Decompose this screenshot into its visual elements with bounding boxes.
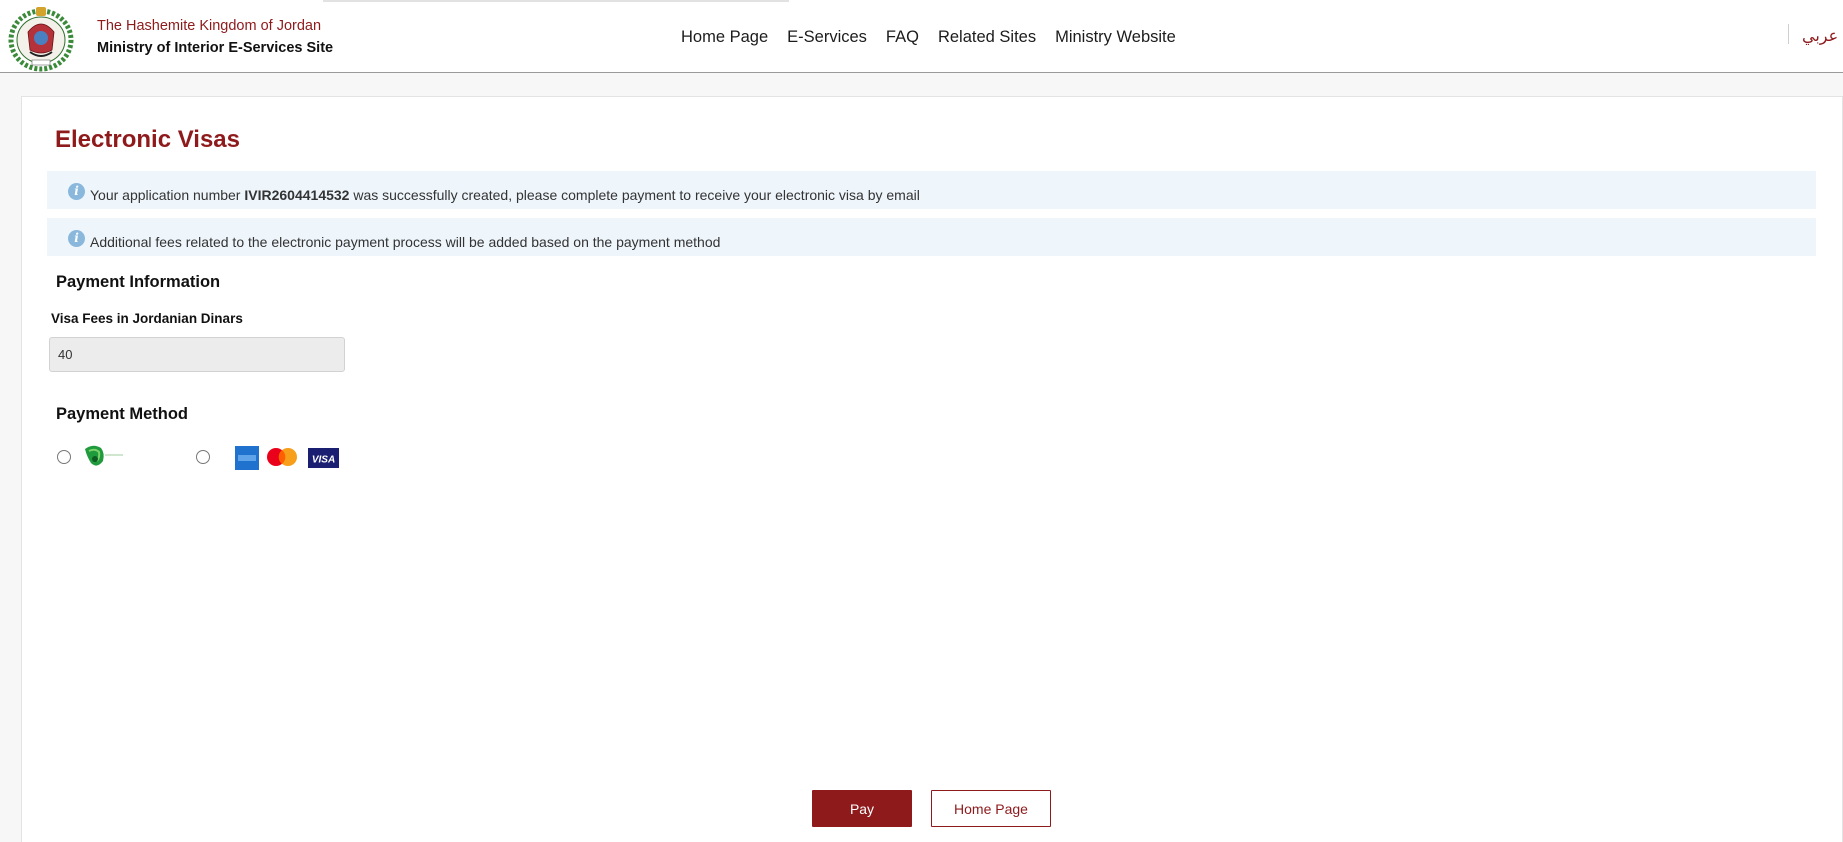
amex-mastercard-visa-logos-icon[interactable]: VISA [235,446,339,470]
svg-text:VISA: VISA [312,455,335,466]
payment-method-title: Payment Method [56,405,189,423]
home-page-button[interactable]: Home Page [931,790,1051,827]
application-created-alert: i Your application number IVIR2604414532… [47,171,1816,209]
nav-faq[interactable]: FAQ [886,28,919,48]
nav-home-page[interactable]: Home Page [681,28,768,48]
language-divider [1788,24,1789,44]
main-nav: Home Page E-Services FAQ Related Sites M… [681,28,1176,48]
info-icon: i [68,183,85,200]
site-name: Ministry of Interior E-Services Site [97,40,334,56]
visa-fee-label: Visa Fees in Jordanian Dinars [51,311,243,326]
payment-radio-cards[interactable] [196,450,210,464]
site-header: The Hashemite Kingdom of Jordan Ministry… [0,0,1843,73]
alert-message: Your application number IVIR2604414532 w… [90,187,920,203]
nav-related-sites[interactable]: Related Sites [938,28,1036,48]
alert-message: Additional fees related to the electroni… [90,234,721,250]
info-icon: i [68,230,85,247]
application-number: IVIR2604414532 [244,187,350,203]
jordan-coat-of-arms-icon[interactable] [6,2,76,72]
nav-ministry-website[interactable]: Ministry Website [1055,28,1176,48]
language-toggle[interactable]: عربي [1802,26,1838,45]
payment-fees-alert: i Additional fees related to the electro… [47,218,1816,256]
page-title: Electronic Visas [55,126,240,153]
efawateercom-logo-icon[interactable] [83,443,127,471]
visa-icon: VISA [308,448,339,468]
visa-fee-field[interactable] [49,337,345,372]
header-tab-strip [323,0,491,2]
nav-e-services[interactable]: E-Services [787,28,867,48]
kingdom-name: The Hashemite Kingdom of Jordan [97,18,322,34]
amex-icon [235,446,259,470]
alert-text-before: Your application number [90,187,245,203]
alert-text-after: was successfully created, please complet… [349,187,920,203]
payment-information-title: Payment Information [56,273,221,291]
payment-radio-efawateercom[interactable] [57,450,71,464]
pay-button[interactable]: Pay [812,790,912,827]
header-tab-strip [489,0,789,2]
mastercard-icon [267,448,297,466]
